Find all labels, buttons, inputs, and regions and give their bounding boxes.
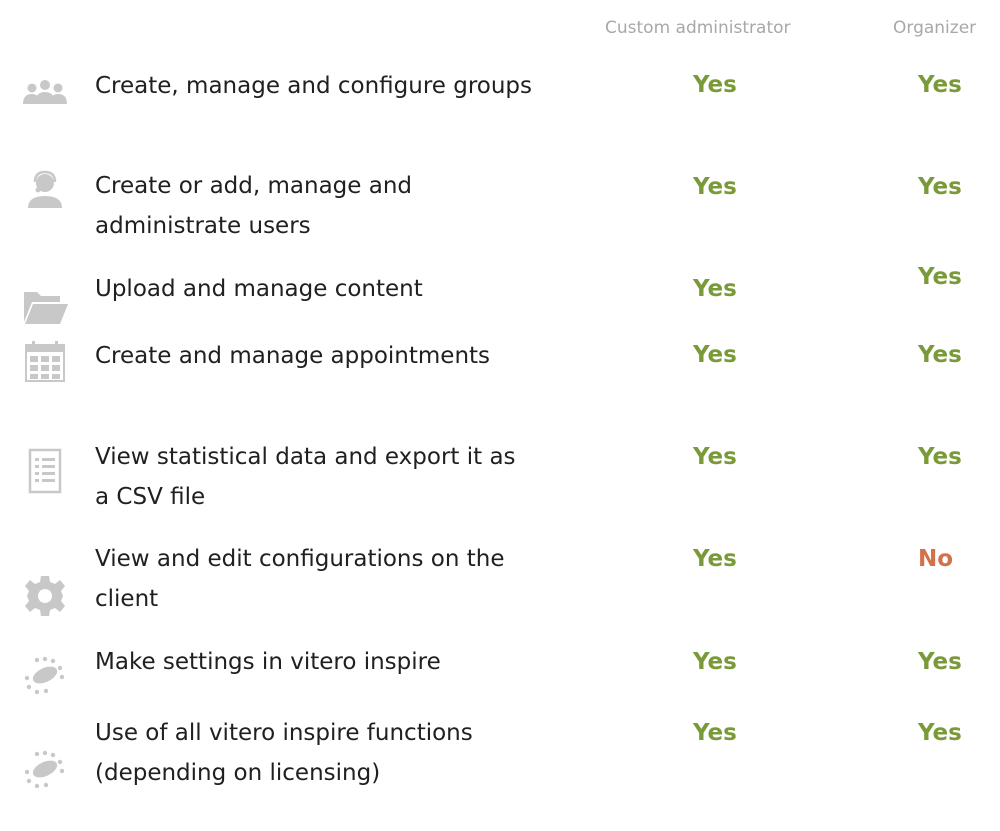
vitero-inspire-icon [20,744,70,794]
calendar-icon [20,336,70,386]
list-document-icon [20,446,70,496]
organizer-value: Yes [918,444,962,470]
row-label: Make settings in vitero inspire [95,649,441,675]
organizer-value: Yes [918,342,962,368]
organizer-value: Yes [918,72,962,98]
custom-admin-value: Yes [693,276,737,302]
group-icon [20,72,70,122]
custom-admin-value: Yes [693,649,737,675]
column-header-organizer: Organizer [893,18,977,38]
row-label: Create or add, manage and administrate u… [95,173,412,239]
custom-admin-value: Yes [693,342,737,368]
organizer-value: Yes [918,720,962,746]
folder-icon [20,280,70,330]
custom-admin-value: Yes [693,72,737,98]
organizer-value: Yes [918,264,962,290]
custom-admin-value: Yes [693,444,737,470]
organizer-value: Yes [918,649,962,675]
row-label: Use of all vitero inspire functions (dep… [95,720,473,786]
custom-admin-value: Yes [693,720,737,746]
custom-admin-value: Yes [693,174,737,200]
vitero-inspire-icon [20,650,70,700]
row-label: View statistical data and export it as a… [95,444,516,510]
user-headset-icon [20,166,70,216]
row-label: Upload and manage content [95,276,423,302]
gear-icon [20,571,70,621]
row-label: Create, manage and configure groups [95,73,533,99]
organizer-value: Yes [918,174,962,200]
organizer-value: No [918,546,954,572]
column-header-custom-administrator: Custom administrator [605,18,791,38]
row-label: View and edit configurations on the clie… [95,546,505,612]
row-label: Create and manage appointments [95,343,491,369]
custom-admin-value: Yes [693,546,737,572]
